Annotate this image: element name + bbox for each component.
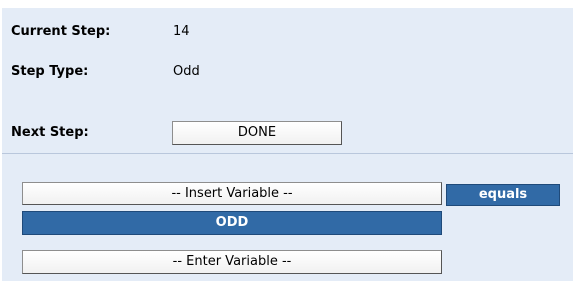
insert-variable-button[interactable]: -- Insert Variable --: [22, 182, 442, 205]
enter-variable-button[interactable]: -- Enter Variable --: [22, 250, 442, 274]
current-step-label: Current Step:: [11, 24, 111, 39]
operator-equals-button[interactable]: equals: [446, 184, 560, 206]
step-type-label: Step Type:: [11, 64, 89, 79]
value-bar-odd[interactable]: ODD: [22, 211, 442, 235]
section-divider: [2, 153, 573, 154]
current-step-value: 14: [173, 24, 190, 39]
next-step-button[interactable]: DONE: [172, 121, 342, 145]
next-step-label: Next Step:: [11, 125, 89, 140]
step-type-value: Odd: [173, 64, 200, 79]
